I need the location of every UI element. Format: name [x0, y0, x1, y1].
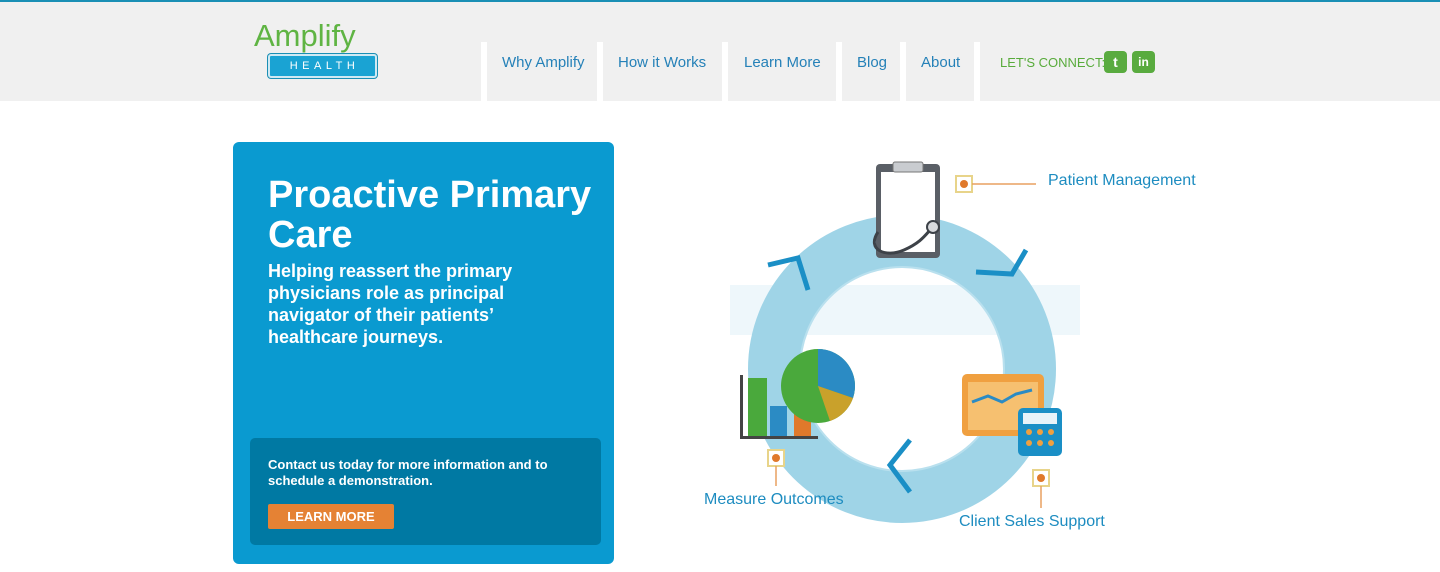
- nav-item-learn-more[interactable]: Learn More: [744, 54, 821, 72]
- label-client-sales-support: Client Sales Support: [959, 513, 1105, 530]
- hero-title: Proactive Primary Care: [268, 174, 592, 256]
- brand-sub-badge: HEALTH: [268, 54, 377, 78]
- brand-sub: HEALTH: [289, 60, 360, 72]
- nav-item-how-it-works[interactable]: How it Works: [618, 54, 706, 72]
- learn-more-button[interactable]: LEARN MORE: [268, 504, 394, 529]
- nav-separator: [597, 42, 603, 103]
- clipboard-stethoscope-icon: [872, 161, 940, 258]
- care-cycle-diagram: Patient Management Measure Outcomes Clie…: [690, 140, 1250, 560]
- nav-separator: [974, 42, 980, 103]
- nav-separator: [836, 42, 842, 103]
- hero-subtitle: Helping reassert the primary physicians …: [268, 261, 513, 347]
- cta-text: Contact us today for more information an…: [268, 457, 548, 488]
- nav-item-about[interactable]: About: [921, 54, 960, 72]
- twitter-icon[interactable]: t: [1104, 51, 1127, 73]
- nav-separator: [722, 42, 728, 103]
- measure-marker-icon: [767, 449, 785, 486]
- hero-cta-box: Contact us today for more information an…: [250, 438, 601, 545]
- sales-marker-icon: [1032, 469, 1050, 508]
- hero-panel: Proactive Primary Care Helping reassert …: [233, 142, 614, 564]
- patient-marker-icon: [955, 175, 1036, 193]
- label-patient-management: Patient Management: [1048, 172, 1196, 189]
- site-header: Amplify HEALTH Why Amplify How it Works …: [0, 2, 1440, 103]
- nav-item-why-amplify[interactable]: Why Amplify: [502, 54, 585, 72]
- label-measure-outcomes: Measure Outcomes: [704, 491, 844, 508]
- nav-item-blog[interactable]: Blog: [857, 54, 887, 72]
- nav-separator: [481, 42, 487, 103]
- nav-separator: [900, 42, 906, 103]
- connect-label: LET'S CONNECT:: [1000, 55, 1106, 70]
- linkedin-icon[interactable]: in: [1132, 51, 1155, 73]
- brand-name: Amplify: [254, 18, 356, 53]
- brand-logo[interactable]: Amplify HEALTH: [252, 18, 394, 80]
